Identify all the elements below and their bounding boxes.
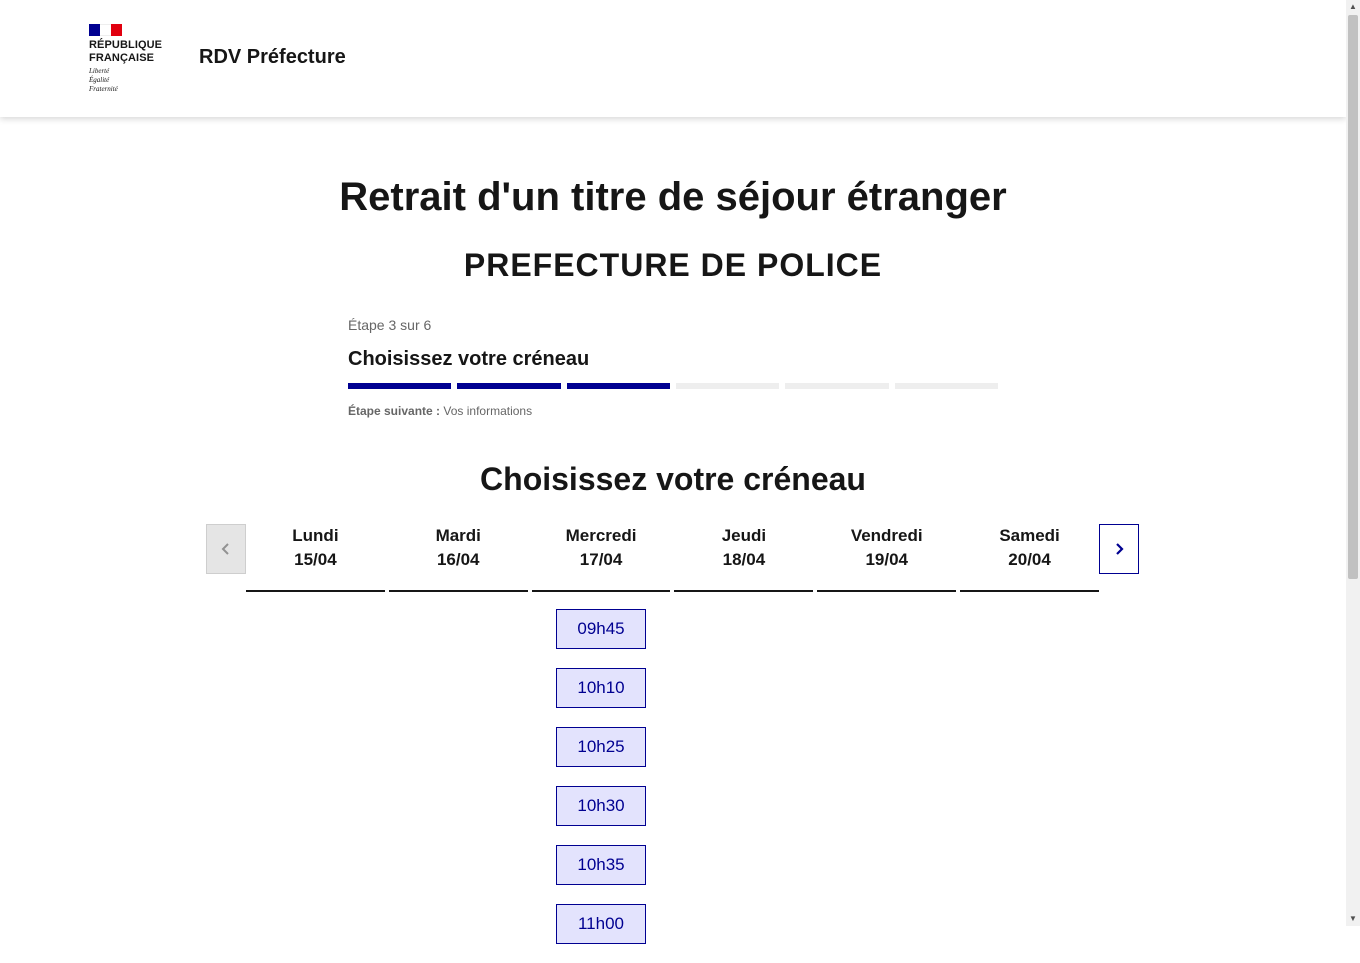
stepper: Étape 3 sur 6 Choisissez votre créneau É… (348, 316, 998, 418)
chevron-right-icon (1116, 543, 1124, 555)
step-segment (566, 383, 670, 389)
logo-motto: Liberté Égalité Fraternité (89, 67, 118, 93)
step-title: Choisissez votre créneau (348, 348, 590, 370)
day-name: Lundi (292, 526, 339, 545)
step-segment (348, 383, 452, 389)
day-column: Lundi 15/04 (246, 524, 385, 592)
step-segment (894, 383, 998, 389)
day-name: Vendredi (850, 526, 923, 545)
time-slots-list: 09h45 10h10 10h25 10h30 10h35 11h00 (556, 609, 646, 963)
next-days-button[interactable] (1099, 524, 1139, 574)
day-date: 18/04 (722, 550, 766, 569)
chevron-left-icon (221, 543, 229, 555)
day-date: 17/04 (579, 550, 623, 569)
time-slot-button[interactable]: 10h35 (556, 845, 646, 885)
time-slot-button[interactable]: 09h45 (556, 609, 646, 649)
day-date: 16/04 (436, 550, 480, 569)
step-segment (457, 383, 561, 389)
time-slot-button[interactable]: 10h30 (556, 786, 646, 826)
day-column: Jeudi 18/04 (674, 524, 814, 592)
step-segment (675, 383, 780, 389)
day-name: Samedi (999, 526, 1060, 545)
scroll-down-arrow-icon[interactable]: ▼ (1346, 912, 1360, 926)
step-next: Étape suivante : Vos informations (348, 404, 998, 418)
step-next-label: Étape suivante : (348, 404, 441, 418)
step-state: Étape 3 sur 6 (348, 317, 432, 333)
day-date: 19/04 (865, 550, 908, 569)
day-name: Mardi (435, 526, 481, 545)
scrollbar-thumb[interactable] (1348, 15, 1358, 579)
day-date: 15/04 (294, 550, 337, 569)
logo-name: RÉPUBLIQUE FRANÇAISE (89, 39, 163, 64)
day-column: Mercredi 17/04 (531, 524, 671, 592)
time-slot-button[interactable]: 10h10 (556, 668, 646, 708)
day-name: Mercredi (565, 526, 637, 545)
day-name: Jeudi (721, 526, 767, 545)
step-progress-bar (348, 383, 998, 389)
republique-francaise-logo[interactable]: RÉPUBLIQUE FRANÇAISE Liberté Égalité Fra… (89, 24, 179, 96)
day-column: Vendredi 19/04 (817, 524, 957, 592)
site-header: RÉPUBLIQUE FRANÇAISE Liberté Égalité Fra… (0, 0, 1346, 117)
page-title: Retrait d'un titre de séjour étranger (339, 175, 1007, 219)
calendar-days: Lundi 15/04 Mardi 16/04 Mercredi 17/04 Jeudi 18… (246, 524, 1099, 592)
step-segment (785, 383, 889, 389)
time-slot-button[interactable]: 11h00 (556, 904, 646, 944)
service-title-link[interactable]: RDV Préfecture (199, 46, 346, 69)
prefecture-name: PREFECTURE DE POLICE (463, 247, 883, 283)
page-scrollbar[interactable]: ▲ ▼ (1346, 0, 1360, 926)
french-flag-icon (89, 24, 122, 36)
previous-days-button[interactable] (206, 524, 246, 574)
time-slot-button[interactable]: 10h25 (556, 727, 646, 767)
day-column: Mardi 16/04 (388, 524, 528, 592)
day-date: 20/04 (1008, 550, 1051, 569)
section-title: Choisissez votre créneau (480, 461, 866, 497)
day-column: Samedi 20/04 (960, 524, 1099, 592)
scroll-up-arrow-icon[interactable]: ▲ (1346, 0, 1360, 14)
step-next-value: Vos informations (443, 404, 533, 418)
